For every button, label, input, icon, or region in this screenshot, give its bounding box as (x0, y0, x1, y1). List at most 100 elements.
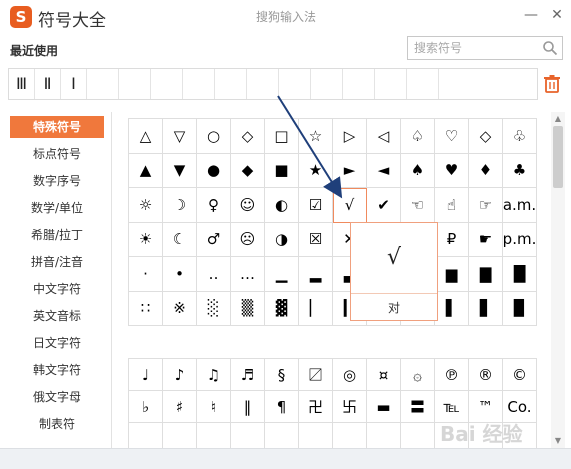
symbol-cell[interactable]: █ (503, 257, 537, 292)
scroll-thumb[interactable] (553, 126, 563, 188)
symbol-cell[interactable]: ☝ (435, 188, 469, 223)
recent-symbol[interactable] (407, 69, 439, 99)
symbol-cell[interactable]: ☛ (469, 222, 503, 257)
symbol-cell[interactable]: ♡ (435, 119, 469, 154)
category-special-symbols[interactable]: 特殊符号 (10, 116, 104, 138)
symbol-cell[interactable]: ▋ (469, 291, 503, 326)
symbol-cell[interactable]: ‥ (197, 257, 231, 292)
symbol-cell[interactable]: ☆ (299, 119, 333, 154)
symbol-cell[interactable]: © (503, 359, 537, 391)
category-russian[interactable]: 俄文字母 (10, 386, 104, 408)
preview-symbol[interactable]: √ (351, 223, 437, 293)
symbol-cell[interactable]: 〓 (401, 391, 435, 423)
symbol-cell[interactable]: p.m. (503, 222, 537, 257)
recent-symbol[interactable] (119, 69, 151, 99)
recent-symbol[interactable] (343, 69, 375, 99)
symbol-cell[interactable]: ▌ (435, 291, 469, 326)
symbol-cell[interactable]: △ (129, 119, 163, 154)
symbol-cell[interactable]: ▁ (265, 257, 299, 292)
symbol-cell[interactable]: ✔ (367, 188, 401, 223)
symbol-cell[interactable]: ۞ (401, 359, 435, 391)
recent-symbol[interactable]: Ⅱ (35, 69, 61, 99)
scroll-up-icon[interactable]: ▲ (551, 112, 565, 126)
symbol-cell[interactable]: ▆ (435, 257, 469, 292)
symbol-cell[interactable]: ◁ (367, 119, 401, 154)
symbol-cell[interactable]: ░ (197, 291, 231, 326)
search-input[interactable] (414, 40, 540, 56)
symbol-cell[interactable]: ♯ (163, 391, 197, 423)
symbol-cell[interactable]: ▉ (503, 291, 537, 326)
symbol-cell[interactable]: 卐 (333, 391, 367, 423)
symbol-cell[interactable]: ▒ (231, 291, 265, 326)
symbol-cell[interactable]: a.m. (503, 188, 537, 223)
symbol-cell[interactable]: ♪ (163, 359, 197, 391)
symbol-cell[interactable]: ☺ (231, 188, 265, 223)
symbol-cell[interactable]: ℗ (435, 359, 469, 391)
symbol-cell[interactable]: ¶ (265, 391, 299, 423)
symbol-cell[interactable]: ♦ (469, 153, 503, 188)
symbol-cell[interactable]: ◄ (367, 153, 401, 188)
symbol-cell[interactable]: ◎ (333, 359, 367, 391)
search-box[interactable] (407, 36, 563, 60)
symbol-cell[interactable]: ▂ (299, 257, 333, 292)
recent-symbol[interactable] (375, 69, 407, 99)
symbol-cell[interactable]: ♤ (401, 119, 435, 154)
symbol-cell[interactable]: ◇ (469, 119, 503, 154)
symbol-cell[interactable]: ★ (299, 153, 333, 188)
symbol-cell[interactable]: ● (197, 153, 231, 188)
category-punctuation[interactable]: 标点符号 (10, 143, 104, 165)
scroll-down-icon[interactable]: ▼ (551, 434, 565, 448)
symbol-cell[interactable]: ☼ (129, 188, 163, 223)
recent-symbol[interactable] (439, 69, 471, 99)
symbol-cell[interactable]: ♩ (129, 359, 163, 391)
symbol-cell[interactable]: ☀ (129, 222, 163, 257)
symbol-cell[interactable]: ▏ (299, 291, 333, 326)
symbol-cell[interactable]: ☜ (401, 188, 435, 223)
symbol-cell[interactable]: ₽ (435, 222, 469, 257)
symbol-cell[interactable]: ◆ (231, 153, 265, 188)
symbol-cell[interactable]: ☑ (299, 188, 333, 223)
close-button[interactable]: ✕ (546, 4, 568, 26)
symbol-cell[interactable]: • (163, 257, 197, 292)
symbol-cell[interactable]: ► (333, 153, 367, 188)
recent-symbol[interactable] (151, 69, 183, 99)
symbol-cell[interactable]: ♬ (231, 359, 265, 391)
symbol-cell[interactable]: ♂ (197, 222, 231, 257)
symbol-cell[interactable]: ▬ (367, 391, 401, 423)
recent-symbol[interactable] (183, 69, 215, 99)
recent-symbol[interactable] (247, 69, 279, 99)
category-chinese-chars[interactable]: 中文字符 (10, 278, 104, 300)
symbol-cell[interactable]: ▼ (163, 153, 197, 188)
trash-icon[interactable] (543, 74, 561, 94)
symbol-cell[interactable]: ▽ (163, 119, 197, 154)
symbol-cell[interactable]: ☽ (163, 188, 197, 223)
symbol-cell[interactable]: ® (469, 359, 503, 391)
symbol-cell[interactable]: ♠ (401, 153, 435, 188)
symbol-cell[interactable]: ‖ (231, 391, 265, 423)
category-box-drawing[interactable]: 制表符 (10, 413, 104, 435)
category-numbering[interactable]: 数字序号 (10, 170, 104, 192)
symbol-cell[interactable]: ◐ (265, 188, 299, 223)
recent-symbol[interactable]: Ⅰ (61, 69, 87, 99)
symbol-cell[interactable]: 〼 (299, 359, 333, 391)
minimize-button[interactable]: — (520, 4, 542, 26)
category-pinyin[interactable]: 拼音/注音 (10, 251, 104, 273)
symbol-cell[interactable]: 卍 (299, 391, 333, 423)
symbol-cell[interactable]: ♥ (435, 153, 469, 188)
symbol-cell[interactable]: ▷ (333, 119, 367, 154)
symbol-cell[interactable]: ▲ (129, 153, 163, 188)
symbol-cell[interactable]: √ (333, 188, 367, 223)
category-english-phonetic[interactable]: 英文音标 (10, 305, 104, 327)
symbol-cell[interactable]: ▓ (265, 291, 299, 326)
symbol-cell[interactable]: ☹ (231, 222, 265, 257)
search-icon[interactable] (542, 40, 558, 56)
category-japanese[interactable]: 日文字符 (10, 332, 104, 354)
symbol-cell[interactable]: ♣ (503, 153, 537, 188)
symbol-cell[interactable]: ※ (163, 291, 197, 326)
symbol-cell[interactable]: ▇ (469, 257, 503, 292)
symbol-cell[interactable]: ♭ (129, 391, 163, 423)
symbol-cell[interactable]: ♫ (197, 359, 231, 391)
symbol-cell[interactable]: ♀ (197, 188, 231, 223)
recent-symbol[interactable] (215, 69, 247, 99)
symbol-cell[interactable]: · (129, 257, 163, 292)
